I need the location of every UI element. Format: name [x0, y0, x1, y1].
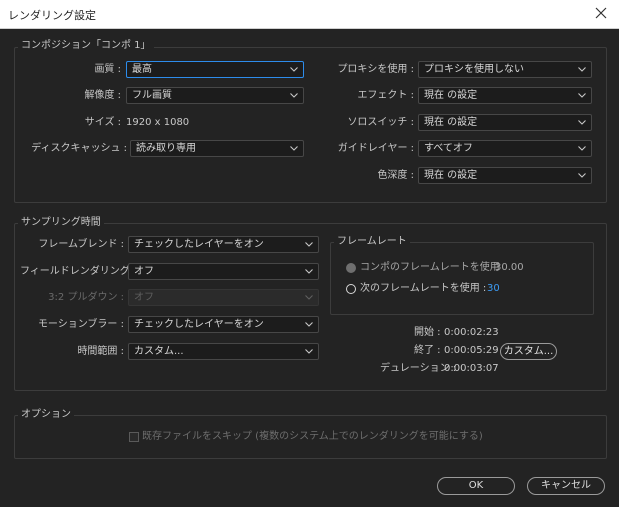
- window-title: レンダリング設定: [8, 9, 96, 22]
- frame-blend-dropdown[interactable]: チェックしたレイヤーをオン: [128, 236, 319, 253]
- comp-framerate-label: コンポのフレームレートを使用: [360, 262, 500, 273]
- time-span-label: 時間範囲 :: [77, 346, 124, 357]
- next-framerate-label: 次のフレームレートを使用 :: [360, 283, 487, 294]
- composition-group-label: コンポジション「コンポ 1」: [18, 40, 154, 52]
- depth-label: 色深度 :: [377, 170, 414, 181]
- start-value: 0:00:02:23: [444, 327, 499, 338]
- effects-dropdown[interactable]: 現在 の設定: [418, 87, 592, 104]
- chevron-down-icon: [290, 67, 298, 72]
- motion-blur-dropdown[interactable]: チェックしたレイヤーをオン: [128, 316, 319, 333]
- cancel-button[interactable]: キャンセル: [527, 477, 605, 495]
- ok-button[interactable]: OK: [437, 477, 515, 495]
- quality-dropdown[interactable]: 最高: [126, 61, 304, 78]
- motion-blur-label: モーションブラー :: [37, 319, 124, 330]
- end-value: 0:00:05:29: [444, 345, 499, 356]
- chevron-down-icon: [305, 242, 313, 247]
- pulldown-dropdown: オフ: [128, 289, 319, 306]
- effects-value: 現在 の設定: [424, 90, 478, 101]
- pulldown-label: 3:2 プルダウン :: [48, 292, 124, 303]
- frame-blend-value: チェックしたレイヤーをオン: [134, 239, 264, 250]
- frame-blend-label: フレームブレンド :: [38, 239, 124, 250]
- framerate-group-label: フレームレート: [334, 236, 410, 248]
- depth-value: 現在 の設定: [424, 170, 478, 181]
- field-render-value: オフ: [134, 266, 154, 277]
- start-label: 開始 :: [414, 327, 441, 338]
- proxy-dropdown[interactable]: プロキシを使用しない: [418, 61, 592, 78]
- duration-value: 0:00:03:07: [444, 363, 499, 374]
- chevron-down-icon: [578, 120, 586, 125]
- close-icon[interactable]: [591, 3, 611, 23]
- framerate-group: [330, 242, 594, 315]
- proxy-label: プロキシを使用 :: [337, 64, 414, 75]
- chevron-down-icon: [305, 349, 313, 354]
- chevron-down-icon: [290, 93, 298, 98]
- motion-blur-value: チェックしたレイヤーをオン: [134, 319, 264, 330]
- title-bar: レンダリング設定: [0, 0, 619, 29]
- skip-existing-label: 既存ファイルをスキップ (複数のシステム上でのレンダリングを可能にする): [142, 431, 483, 442]
- time-span-dropdown[interactable]: カスタム...: [128, 343, 319, 360]
- solo-value: 現在 の設定: [424, 117, 478, 128]
- comp-framerate-radio[interactable]: [346, 263, 356, 273]
- sampling-group-label: サンプリング時間: [18, 217, 104, 229]
- disk-cache-label: ディスクキャッシュ :: [31, 143, 127, 154]
- end-label: 終了 :: [414, 345, 441, 356]
- resolution-value: フル画質: [132, 90, 172, 101]
- field-render-label: フィールドレンダリング :: [20, 266, 137, 277]
- quality-label: 画質 :: [94, 64, 121, 75]
- guide-dropdown[interactable]: すべてオフ: [418, 140, 592, 157]
- guide-label: ガイドレイヤー :: [337, 143, 414, 154]
- quality-value: 最高: [132, 64, 152, 75]
- chevron-down-icon: [578, 93, 586, 98]
- field-render-dropdown[interactable]: オフ: [128, 263, 319, 280]
- time-span-value: カスタム...: [134, 346, 184, 357]
- guide-value: すべてオフ: [424, 143, 473, 154]
- chevron-down-icon: [578, 173, 586, 178]
- proxy-value: プロキシを使用しない: [424, 64, 524, 75]
- options-group-label: オプション: [18, 409, 74, 421]
- solo-label: ソロスイッチ :: [347, 117, 414, 128]
- skip-existing-checkbox[interactable]: [129, 432, 139, 442]
- chevron-down-icon: [578, 146, 586, 151]
- chevron-down-icon: [290, 146, 298, 151]
- size-value: 1920 x 1080: [126, 117, 190, 128]
- disk-cache-value: 読み取り専用: [136, 143, 196, 154]
- next-framerate-value[interactable]: 30: [487, 282, 500, 296]
- resolution-label: 解像度 :: [84, 90, 121, 101]
- resolution-dropdown[interactable]: フル画質: [126, 87, 304, 104]
- comp-framerate-value: 30.00: [495, 262, 524, 273]
- solo-dropdown[interactable]: 現在 の設定: [418, 114, 592, 131]
- custom-time-button[interactable]: カスタム...: [500, 343, 557, 360]
- chevron-down-icon: [578, 67, 586, 72]
- effects-label: エフェクト :: [357, 90, 414, 101]
- disk-cache-dropdown[interactable]: 読み取り専用: [130, 140, 304, 157]
- chevron-down-icon: [305, 322, 313, 327]
- pulldown-value: オフ: [134, 292, 154, 303]
- next-framerate-radio[interactable]: [346, 284, 356, 294]
- chevron-down-icon: [305, 295, 313, 300]
- depth-dropdown[interactable]: 現在 の設定: [418, 167, 592, 184]
- size-label: サイズ :: [84, 117, 121, 128]
- chevron-down-icon: [305, 269, 313, 274]
